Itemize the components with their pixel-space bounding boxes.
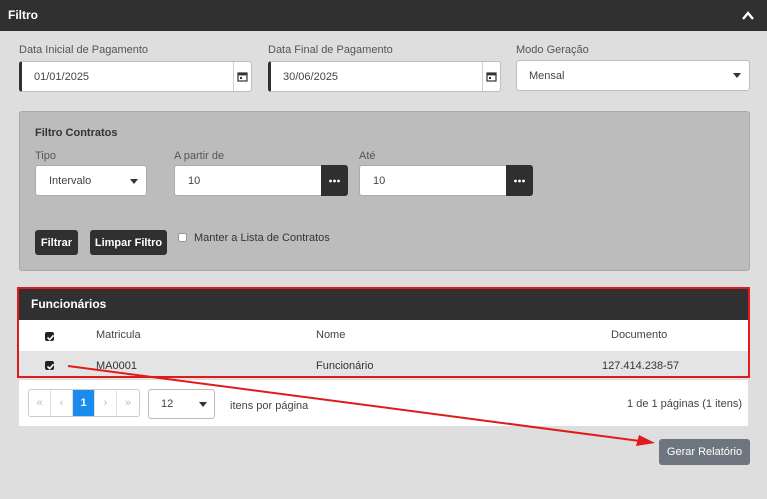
caret-down-icon bbox=[733, 73, 741, 78]
pager: « ‹ 1 › » 12 itens por página 1 de 1 pág… bbox=[19, 380, 748, 426]
page-size-select[interactable]: 12 bbox=[148, 389, 215, 419]
last-page-button[interactable]: » bbox=[117, 390, 139, 416]
prev-page-button[interactable]: ‹ bbox=[51, 390, 73, 416]
mode-label: Modo Geração bbox=[516, 44, 589, 56]
type-value: Intervalo bbox=[49, 175, 92, 187]
to-lookup-button[interactable] bbox=[506, 165, 533, 196]
generate-report-button[interactable]: Gerar Relatório bbox=[659, 439, 750, 465]
pagination: « ‹ 1 › » bbox=[28, 389, 140, 417]
to-label: Até bbox=[359, 150, 376, 162]
caret-down-icon bbox=[199, 402, 207, 407]
calendar-icon[interactable] bbox=[482, 62, 500, 91]
end-date-label: Data Final de Pagamento bbox=[268, 44, 393, 56]
ellipsis-icon bbox=[514, 179, 525, 182]
employees-title: Funcionários bbox=[31, 297, 107, 311]
per-page-label: itens por página bbox=[230, 400, 309, 412]
filter-button[interactable]: Filtrar bbox=[35, 230, 78, 255]
table-row[interactable]: MA0001 Funcionário 127.414.238-57 bbox=[19, 351, 748, 378]
column-matricula[interactable]: Matricula bbox=[96, 329, 141, 341]
from-label: A partir de bbox=[174, 150, 225, 162]
from-input[interactable]: 10 bbox=[174, 165, 323, 196]
from-lookup-button[interactable] bbox=[321, 165, 348, 196]
filter-header[interactable]: Filtro bbox=[0, 0, 767, 31]
page-size-value: 12 bbox=[161, 398, 174, 410]
end-date-value: 30/06/2025 bbox=[283, 71, 339, 83]
start-date-label: Data Inicial de Pagamento bbox=[19, 44, 149, 56]
page-info: 1 de 1 páginas (1 itens) bbox=[627, 398, 742, 410]
column-header-row: Matricula Nome Documento bbox=[19, 320, 748, 351]
row-checkbox[interactable] bbox=[45, 361, 55, 370]
to-value: 10 bbox=[373, 175, 386, 187]
start-date-input[interactable]: 01/01/2025 bbox=[19, 61, 252, 92]
mode-value: Mensal bbox=[529, 70, 565, 82]
page-1-button[interactable]: 1 bbox=[73, 390, 95, 416]
employees-header: Funcionários bbox=[19, 288, 748, 320]
calendar-icon[interactable] bbox=[233, 62, 251, 91]
cell-matricula: MA0001 bbox=[96, 360, 137, 372]
type-label: Tipo bbox=[35, 150, 56, 162]
start-date-value: 01/01/2025 bbox=[34, 71, 90, 83]
next-page-button[interactable]: › bbox=[95, 390, 117, 416]
caret-down-icon bbox=[130, 179, 138, 184]
chevron-up-icon[interactable] bbox=[741, 9, 755, 23]
check-icon bbox=[46, 363, 55, 370]
first-page-button[interactable]: « bbox=[29, 390, 51, 416]
to-input[interactable]: 10 bbox=[359, 165, 508, 196]
check-icon bbox=[46, 334, 55, 341]
end-date-input[interactable]: 30/06/2025 bbox=[268, 61, 501, 92]
type-select[interactable]: Intervalo bbox=[35, 165, 147, 196]
cell-nome: Funcionário bbox=[316, 360, 374, 372]
keep-list-checkbox[interactable] bbox=[178, 233, 187, 242]
clear-filter-button[interactable]: Limpar Filtro bbox=[90, 230, 167, 255]
column-documento[interactable]: Documento bbox=[611, 329, 667, 341]
contracts-filter-panel: Filtro Contratos Tipo Intervalo A partir… bbox=[19, 111, 750, 271]
column-nome[interactable]: Nome bbox=[316, 329, 345, 341]
cell-documento: 127.414.238-57 bbox=[602, 360, 680, 372]
contracts-filter-title: Filtro Contratos bbox=[35, 127, 118, 139]
select-all-checkbox[interactable] bbox=[45, 332, 55, 341]
filter-title: Filtro bbox=[8, 8, 38, 22]
from-value: 10 bbox=[188, 175, 201, 187]
keep-list-label: Manter a Lista de Contratos bbox=[194, 232, 330, 244]
mode-select[interactable]: Mensal bbox=[516, 60, 750, 91]
ellipsis-icon bbox=[329, 179, 340, 182]
